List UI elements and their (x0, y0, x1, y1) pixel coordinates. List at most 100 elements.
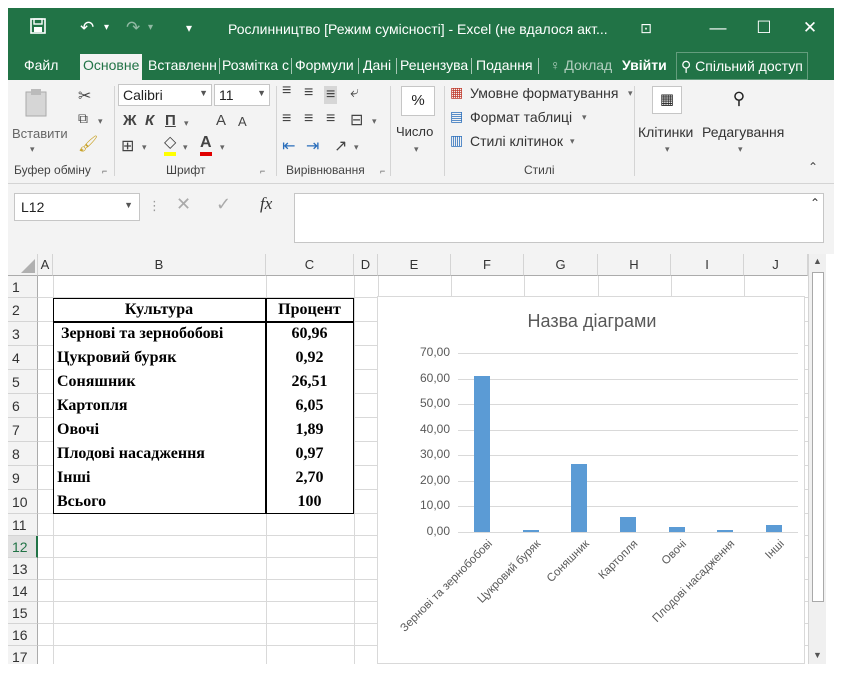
align-middle-icon[interactable]: ≡ (304, 84, 313, 102)
borders-icon[interactable]: ⊞ (121, 136, 134, 156)
font-name-combo[interactable]: Calibri ▼ (118, 84, 212, 106)
scroll-up-icon[interactable]: ▲ (813, 256, 822, 266)
tab-formulas[interactable]: Формули (293, 54, 356, 80)
chart-bar[interactable] (668, 527, 685, 532)
close-button[interactable]: ✕ (790, 15, 830, 41)
chart-bar[interactable] (620, 516, 636, 532)
row-header-2[interactable]: 2 (8, 298, 38, 322)
chart-bar[interactable] (571, 464, 588, 532)
tell-me-search[interactable]: ♀ Доклад (548, 54, 614, 80)
bold-button[interactable]: Ж (123, 112, 137, 129)
paste-button[interactable]: Вставити ▾ (12, 84, 68, 154)
tab-file[interactable]: Файл (22, 54, 60, 80)
row-header-14[interactable]: 14 (8, 580, 38, 602)
row-header-13[interactable]: 13 (8, 558, 38, 580)
chart-title[interactable]: Назва діаграми (378, 311, 806, 332)
row-header-17[interactable]: 17 (8, 646, 38, 664)
row-header-12[interactable]: 12 (8, 536, 38, 558)
vertical-scrollbar[interactable]: ▲ ▼ (808, 254, 826, 664)
select-all-corner[interactable] (8, 254, 38, 276)
row-header-16[interactable]: 16 (8, 624, 38, 646)
column-header-i[interactable]: I (671, 254, 744, 276)
minimize-button[interactable]: — (698, 15, 738, 41)
bar-chart[interactable]: Назва діаграми 0,00 10,00 20,00 30,00 40,00 5… (377, 296, 805, 664)
column-header-j[interactable]: J (744, 254, 808, 276)
row-header-9[interactable]: 9 (8, 466, 38, 490)
redo-dropdown-icon[interactable]: ▾ (148, 22, 153, 33)
enter-icon[interactable]: ✓ (216, 194, 231, 215)
tab-insert[interactable]: Вставленн (146, 54, 218, 80)
copy-icon[interactable]: ⧉ (78, 110, 88, 127)
alignment-launcher-icon[interactable]: ⌐ (380, 166, 385, 176)
tab-data[interactable]: Дані (361, 54, 393, 80)
cut-icon[interactable]: ✂ (78, 86, 91, 106)
tab-review[interactable]: Рецензува (398, 54, 470, 80)
editing-button[interactable]: ⚲ Редагування ▾ (700, 82, 786, 158)
collapse-ribbon-icon[interactable]: ⌃ (808, 160, 818, 174)
row-header-3[interactable]: 3 (8, 322, 38, 346)
redo-icon[interactable]: ↷ (126, 18, 140, 38)
row-header-10[interactable]: 10 (8, 490, 38, 514)
chart-bar[interactable] (765, 525, 782, 532)
align-center-icon[interactable]: ≡ (304, 110, 313, 128)
sign-in-link[interactable]: Увійти (620, 54, 669, 80)
scroll-down-icon[interactable]: ▼ (813, 650, 822, 660)
chart-bar[interactable] (474, 376, 491, 532)
scrollbar-thumb[interactable] (812, 272, 824, 602)
column-header-a[interactable]: A (38, 254, 53, 276)
name-box[interactable]: L12 ▼ (14, 193, 140, 221)
tab-page-layout[interactable]: Розмітка с (220, 54, 290, 80)
increase-indent-icon[interactable]: ⇥ (306, 136, 319, 156)
align-left-icon[interactable]: ≡ (282, 110, 291, 128)
name-box-dropdown-icon[interactable]: ▼ (124, 200, 133, 210)
chart-bar[interactable] (717, 529, 734, 532)
share-button[interactable]: ⚲ Спільний доступ (676, 52, 808, 80)
format-painter-icon[interactable]: 🖌 (78, 134, 98, 154)
align-right-icon[interactable]: ≡ (326, 110, 335, 128)
ribbon-display-options-icon[interactable]: ⊡ (626, 15, 666, 41)
customize-quick-access-icon[interactable]: ▾ (186, 21, 192, 35)
tab-home[interactable]: Основне (80, 54, 143, 80)
align-top-icon[interactable]: ≡ (282, 82, 291, 100)
row-header-11[interactable]: 11 (8, 514, 38, 536)
row-header-4[interactable]: 4 (8, 346, 38, 370)
undo-icon[interactable]: ↶ (80, 18, 94, 38)
underline-button[interactable]: П (165, 112, 176, 129)
font-launcher-icon[interactable]: ⌐ (260, 166, 265, 176)
number-format-button[interactable]: % Число ▾ (396, 82, 442, 158)
row-header-5[interactable]: 5 (8, 370, 38, 394)
cells-button[interactable]: ▦ Клітинки ▾ (638, 82, 698, 158)
italic-button[interactable]: К (145, 112, 154, 129)
tab-view[interactable]: Подання (474, 54, 535, 80)
column-header-e[interactable]: E (378, 254, 451, 276)
column-header-d[interactable]: D (354, 254, 378, 276)
column-header-f[interactable]: F (451, 254, 524, 276)
decrease-indent-icon[interactable]: ⇤ (282, 136, 295, 156)
row-header-15[interactable]: 15 (8, 602, 38, 624)
expand-formula-bar-icon[interactable]: ⌃ (810, 196, 820, 210)
row-header-8[interactable]: 8 (8, 442, 38, 466)
column-header-b[interactable]: B (53, 254, 266, 276)
orientation-icon[interactable]: ↗ (334, 136, 347, 156)
row-header-6[interactable]: 6 (8, 394, 38, 418)
row-header-1[interactable]: 1 (8, 276, 38, 298)
column-header-g[interactable]: G (524, 254, 598, 276)
merge-center-icon[interactable]: ⊟ (350, 110, 363, 130)
font-color-icon[interactable]: A (200, 134, 212, 156)
maximize-button[interactable]: ☐ (744, 15, 784, 41)
chart-bar[interactable] (522, 529, 539, 532)
row-header-7[interactable]: 7 (8, 418, 38, 442)
clipboard-launcher-icon[interactable]: ⌐ (102, 166, 107, 176)
insert-function-icon[interactable]: fx (260, 194, 272, 214)
shrink-font-button[interactable]: A (238, 114, 247, 129)
fill-color-icon[interactable]: ◇ (164, 134, 177, 156)
column-header-h[interactable]: H (598, 254, 671, 276)
font-size-combo[interactable]: 11 ▼ (214, 84, 270, 106)
wrap-text-icon[interactable]: ⤶ (350, 84, 359, 102)
cancel-icon[interactable]: ✕ (176, 194, 191, 215)
save-icon[interactable] (30, 18, 46, 39)
grow-font-button[interactable]: A (216, 112, 226, 129)
column-header-c[interactable]: C (266, 254, 354, 276)
undo-dropdown-icon[interactable]: ▾ (104, 22, 109, 33)
align-bottom-icon[interactable]: ≡ (324, 86, 338, 104)
